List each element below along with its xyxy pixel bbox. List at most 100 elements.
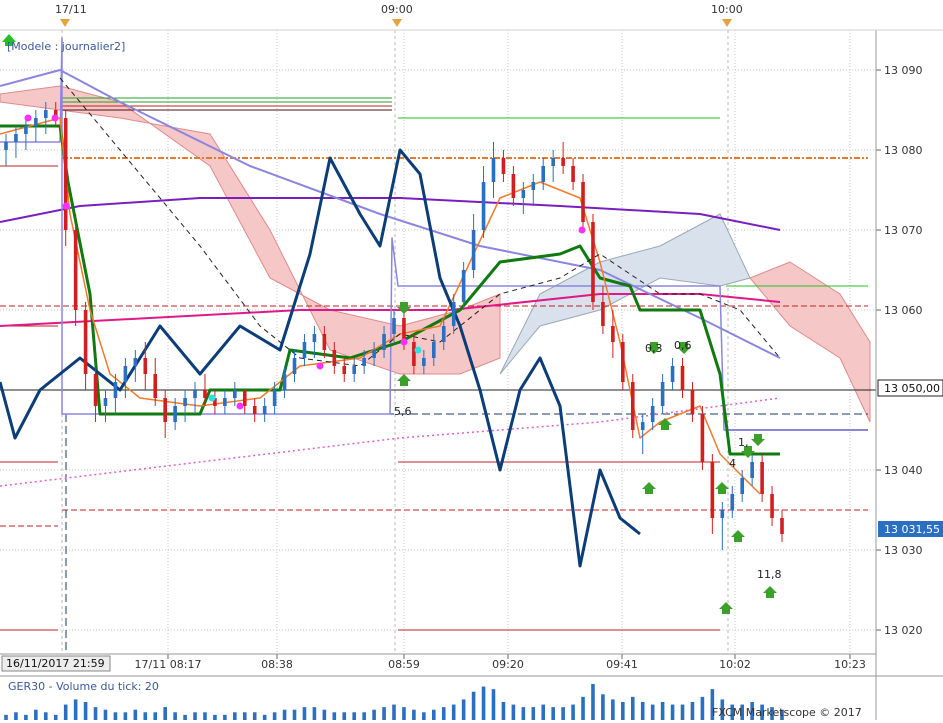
- candle-body: [24, 126, 28, 134]
- volume-bar: [63, 704, 68, 720]
- candle-body: [163, 398, 167, 422]
- volume-bar: [660, 702, 665, 720]
- candle-body: [640, 422, 645, 430]
- volume-bar: [471, 691, 476, 720]
- candle-body: [312, 334, 317, 342]
- volume-bar: [14, 712, 18, 720]
- volume-bar: [431, 709, 436, 720]
- candle-body: [43, 110, 48, 118]
- candle-body: [740, 478, 745, 494]
- price-chart[interactable]: 13 090 13 080 13 070 13 060 13 040 13 030 13 0…: [0, 0, 943, 720]
- candle-body: [581, 182, 585, 222]
- volume-bar: [43, 712, 48, 720]
- y-tick-label: 13 060: [884, 304, 923, 317]
- start-date-label: 16/11/2017 21:59: [6, 657, 105, 670]
- volume-label: GER30 - Volume du tick: 20: [8, 680, 159, 693]
- candle-body: [710, 462, 715, 518]
- candle-body: [690, 390, 695, 414]
- candle-body: [650, 406, 655, 422]
- volume-bar: [103, 709, 108, 720]
- watermark: FXCM Marketscope © 2017: [712, 706, 862, 719]
- volume-bar: [73, 699, 78, 720]
- y-tick-label: 13 070: [884, 224, 923, 237]
- candle-body: [123, 366, 128, 382]
- volume-bar: [352, 712, 357, 720]
- candle-body: [203, 390, 207, 398]
- candle-body: [660, 382, 665, 406]
- signal-dot: [236, 402, 244, 410]
- chart-window: 13 090 13 080 13 070 13 060 13 040 13 030 13 0…: [0, 0, 943, 720]
- candle-body: [173, 406, 177, 422]
- volume-bar: [382, 707, 386, 720]
- signal-dot: [51, 114, 59, 122]
- candle-body: [113, 382, 118, 398]
- volume-bar: [322, 709, 327, 720]
- candle-body: [292, 358, 297, 374]
- signal-dot: [400, 338, 408, 346]
- volume-bar: [670, 704, 675, 720]
- candle-body: [233, 390, 237, 398]
- candle-body: [412, 342, 416, 366]
- signal-dot: [62, 202, 70, 210]
- candle-body: [153, 374, 158, 398]
- candle-body: [242, 390, 247, 406]
- volume-bar: [611, 699, 615, 720]
- y-tick-label: 13 040: [884, 464, 923, 477]
- candle-body: [223, 398, 227, 406]
- volume-bar: [113, 712, 118, 720]
- volume-bar: [272, 712, 277, 720]
- volume-bar: [392, 704, 396, 720]
- candle-body: [750, 462, 754, 478]
- volume-bar: [511, 704, 516, 720]
- volume-bar: [143, 712, 148, 720]
- candle-body: [601, 302, 605, 326]
- volume-bar: [93, 707, 98, 720]
- annotation-5-6: 5,6: [394, 405, 412, 418]
- signal-dot: [578, 226, 586, 234]
- candle-body: [760, 462, 764, 494]
- candle-body: [362, 358, 366, 366]
- price-axis-background: [876, 30, 943, 654]
- volume-bar: [252, 712, 257, 720]
- volume-bar: [571, 704, 575, 720]
- candle-body: [501, 158, 506, 174]
- candle-body: [143, 358, 148, 374]
- candle-body: [372, 350, 376, 358]
- volume-bar: [123, 712, 128, 720]
- volume-bar: [34, 709, 38, 720]
- candle-body: [382, 334, 386, 350]
- annotation-11-8: 11,8: [757, 568, 782, 581]
- volume-bar: [412, 709, 416, 720]
- top-marker-0900: 09:00: [381, 3, 413, 16]
- annotation-0-3: 0,3: [645, 342, 663, 355]
- volume-bar: [372, 709, 376, 720]
- x-tick-label: 08:59: [388, 658, 420, 671]
- volume-bar: [233, 712, 237, 720]
- volume-bar: [163, 707, 167, 720]
- volume-bar: [362, 712, 366, 720]
- candle-body: [282, 374, 287, 390]
- candle-body: [521, 190, 526, 198]
- volume-bar: [451, 704, 456, 720]
- annotation-0-6: 0,6: [674, 339, 692, 352]
- volume-bar: [223, 714, 227, 720]
- volume-bar: [561, 707, 565, 720]
- top-marker-1000: 10:00: [711, 3, 743, 16]
- candle-body: [262, 406, 267, 414]
- candle-body: [541, 166, 546, 182]
- candle-body: [621, 342, 625, 382]
- volume-bar: [422, 712, 426, 720]
- candle-body: [402, 318, 406, 342]
- signal-dot: [414, 346, 422, 354]
- y-tick-label: 13 020: [884, 624, 923, 637]
- volume-bar: [680, 704, 685, 720]
- volume-bar: [83, 702, 88, 720]
- model-label: [Modele : journalier2]: [7, 40, 125, 53]
- volume-bar: [521, 707, 526, 720]
- candle-body: [34, 118, 38, 126]
- top-bar: [0, 0, 943, 30]
- volume-bar: [461, 699, 466, 720]
- volume-bar: [531, 707, 536, 720]
- candle-body: [93, 374, 98, 406]
- volume-bar: [630, 696, 635, 720]
